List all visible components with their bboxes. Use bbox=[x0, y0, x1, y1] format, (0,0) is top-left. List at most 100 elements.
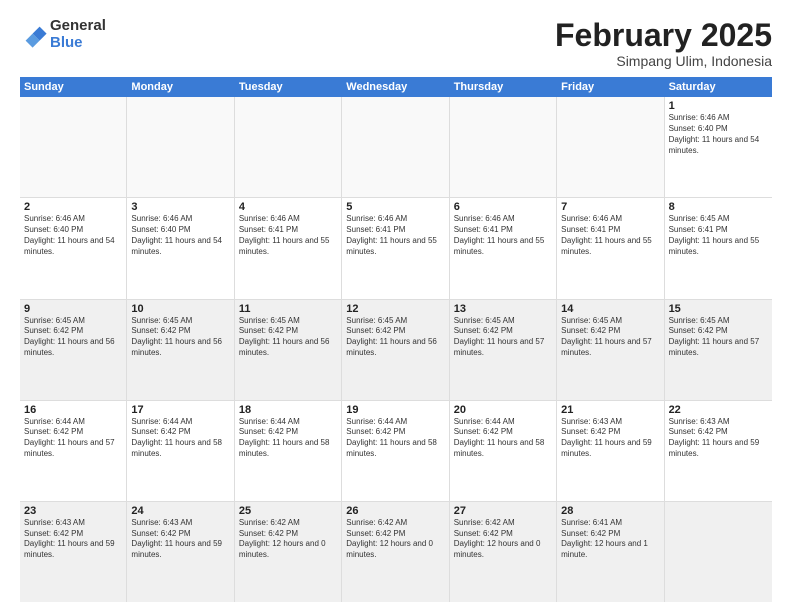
day-number: 17 bbox=[131, 404, 229, 416]
calendar-cell: 16Sunrise: 6:44 AM Sunset: 6:42 PM Dayli… bbox=[20, 401, 127, 501]
logo-general-text: General bbox=[50, 17, 106, 34]
day-number: 9 bbox=[24, 303, 122, 315]
day-info: Sunrise: 6:44 AM Sunset: 6:42 PM Dayligh… bbox=[131, 417, 229, 460]
day-number: 19 bbox=[346, 404, 444, 416]
logo-blue-text: Blue bbox=[50, 34, 83, 51]
day-info: Sunrise: 6:46 AM Sunset: 6:40 PM Dayligh… bbox=[131, 214, 229, 257]
day-info: Sunrise: 6:46 AM Sunset: 6:41 PM Dayligh… bbox=[239, 214, 337, 257]
calendar-cell: 7Sunrise: 6:46 AM Sunset: 6:41 PM Daylig… bbox=[557, 198, 664, 298]
day-info: Sunrise: 6:45 AM Sunset: 6:42 PM Dayligh… bbox=[346, 316, 444, 359]
day-info: Sunrise: 6:44 AM Sunset: 6:42 PM Dayligh… bbox=[454, 417, 552, 460]
calendar-cell: 10Sunrise: 6:45 AM Sunset: 6:42 PM Dayli… bbox=[127, 300, 234, 400]
day-number: 26 bbox=[346, 505, 444, 517]
logo-text: General Blue bbox=[50, 18, 106, 51]
day-info: Sunrise: 6:45 AM Sunset: 6:41 PM Dayligh… bbox=[669, 214, 768, 257]
calendar-cell: 24Sunrise: 6:43 AM Sunset: 6:42 PM Dayli… bbox=[127, 502, 234, 602]
day-info: Sunrise: 6:42 AM Sunset: 6:42 PM Dayligh… bbox=[454, 518, 552, 561]
day-info: Sunrise: 6:46 AM Sunset: 6:41 PM Dayligh… bbox=[561, 214, 659, 257]
main-title: February 2025 bbox=[555, 18, 772, 53]
calendar-cell: 28Sunrise: 6:41 AM Sunset: 6:42 PM Dayli… bbox=[557, 502, 664, 602]
header-day-wednesday: Wednesday bbox=[342, 77, 449, 97]
calendar-cell bbox=[450, 97, 557, 197]
calendar-cell: 12Sunrise: 6:45 AM Sunset: 6:42 PM Dayli… bbox=[342, 300, 449, 400]
logo-icon bbox=[20, 21, 48, 49]
page: General Blue February 2025 Simpang Ulim,… bbox=[0, 0, 792, 612]
day-info: Sunrise: 6:46 AM Sunset: 6:41 PM Dayligh… bbox=[454, 214, 552, 257]
day-number: 5 bbox=[346, 201, 444, 213]
calendar-cell bbox=[127, 97, 234, 197]
calendar-cell: 11Sunrise: 6:45 AM Sunset: 6:42 PM Dayli… bbox=[235, 300, 342, 400]
day-number: 25 bbox=[239, 505, 337, 517]
day-number: 23 bbox=[24, 505, 122, 517]
day-info: Sunrise: 6:46 AM Sunset: 6:40 PM Dayligh… bbox=[669, 113, 768, 156]
day-number: 21 bbox=[561, 404, 659, 416]
day-number: 3 bbox=[131, 201, 229, 213]
calendar-cell: 25Sunrise: 6:42 AM Sunset: 6:42 PM Dayli… bbox=[235, 502, 342, 602]
day-info: Sunrise: 6:45 AM Sunset: 6:42 PM Dayligh… bbox=[131, 316, 229, 359]
day-number: 12 bbox=[346, 303, 444, 315]
day-info: Sunrise: 6:43 AM Sunset: 6:42 PM Dayligh… bbox=[669, 417, 768, 460]
calendar-cell bbox=[20, 97, 127, 197]
day-info: Sunrise: 6:45 AM Sunset: 6:42 PM Dayligh… bbox=[24, 316, 122, 359]
day-info: Sunrise: 6:44 AM Sunset: 6:42 PM Dayligh… bbox=[239, 417, 337, 460]
day-info: Sunrise: 6:45 AM Sunset: 6:42 PM Dayligh… bbox=[239, 316, 337, 359]
calendar-cell: 9Sunrise: 6:45 AM Sunset: 6:42 PM Daylig… bbox=[20, 300, 127, 400]
calendar-cell: 4Sunrise: 6:46 AM Sunset: 6:41 PM Daylig… bbox=[235, 198, 342, 298]
day-number: 16 bbox=[24, 404, 122, 416]
day-info: Sunrise: 6:43 AM Sunset: 6:42 PM Dayligh… bbox=[131, 518, 229, 561]
calendar-cell: 5Sunrise: 6:46 AM Sunset: 6:41 PM Daylig… bbox=[342, 198, 449, 298]
day-info: Sunrise: 6:46 AM Sunset: 6:41 PM Dayligh… bbox=[346, 214, 444, 257]
day-info: Sunrise: 6:43 AM Sunset: 6:42 PM Dayligh… bbox=[24, 518, 122, 561]
calendar-row-4: 16Sunrise: 6:44 AM Sunset: 6:42 PM Dayli… bbox=[20, 401, 772, 502]
subtitle: Simpang Ulim, Indonesia bbox=[555, 53, 772, 69]
calendar-cell: 22Sunrise: 6:43 AM Sunset: 6:42 PM Dayli… bbox=[665, 401, 772, 501]
day-info: Sunrise: 6:44 AM Sunset: 6:42 PM Dayligh… bbox=[346, 417, 444, 460]
day-info: Sunrise: 6:43 AM Sunset: 6:42 PM Dayligh… bbox=[561, 417, 659, 460]
day-number: 1 bbox=[669, 100, 768, 112]
day-number: 2 bbox=[24, 201, 122, 213]
calendar-cell: 1Sunrise: 6:46 AM Sunset: 6:40 PM Daylig… bbox=[665, 97, 772, 197]
day-info: Sunrise: 6:45 AM Sunset: 6:42 PM Dayligh… bbox=[561, 316, 659, 359]
day-number: 11 bbox=[239, 303, 337, 315]
day-info: Sunrise: 6:41 AM Sunset: 6:42 PM Dayligh… bbox=[561, 518, 659, 561]
calendar-cell: 13Sunrise: 6:45 AM Sunset: 6:42 PM Dayli… bbox=[450, 300, 557, 400]
title-block: February 2025 Simpang Ulim, Indonesia bbox=[555, 18, 772, 69]
day-number: 28 bbox=[561, 505, 659, 517]
calendar-cell: 27Sunrise: 6:42 AM Sunset: 6:42 PM Dayli… bbox=[450, 502, 557, 602]
calendar-cell: 15Sunrise: 6:45 AM Sunset: 6:42 PM Dayli… bbox=[665, 300, 772, 400]
day-number: 7 bbox=[561, 201, 659, 213]
calendar-header: SundayMondayTuesdayWednesdayThursdayFrid… bbox=[20, 77, 772, 97]
day-number: 13 bbox=[454, 303, 552, 315]
header-day-saturday: Saturday bbox=[665, 77, 772, 97]
header: General Blue February 2025 Simpang Ulim,… bbox=[20, 18, 772, 69]
calendar-cell: 20Sunrise: 6:44 AM Sunset: 6:42 PM Dayli… bbox=[450, 401, 557, 501]
day-info: Sunrise: 6:44 AM Sunset: 6:42 PM Dayligh… bbox=[24, 417, 122, 460]
day-number: 20 bbox=[454, 404, 552, 416]
day-info: Sunrise: 6:46 AM Sunset: 6:40 PM Dayligh… bbox=[24, 214, 122, 257]
day-number: 27 bbox=[454, 505, 552, 517]
calendar-body: 1Sunrise: 6:46 AM Sunset: 6:40 PM Daylig… bbox=[20, 97, 772, 602]
day-info: Sunrise: 6:42 AM Sunset: 6:42 PM Dayligh… bbox=[239, 518, 337, 561]
day-number: 24 bbox=[131, 505, 229, 517]
calendar-cell: 3Sunrise: 6:46 AM Sunset: 6:40 PM Daylig… bbox=[127, 198, 234, 298]
logo: General Blue bbox=[20, 18, 106, 51]
day-number: 14 bbox=[561, 303, 659, 315]
calendar-cell bbox=[665, 502, 772, 602]
calendar-cell: 6Sunrise: 6:46 AM Sunset: 6:41 PM Daylig… bbox=[450, 198, 557, 298]
calendar-cell: 23Sunrise: 6:43 AM Sunset: 6:42 PM Dayli… bbox=[20, 502, 127, 602]
calendar-row-5: 23Sunrise: 6:43 AM Sunset: 6:42 PM Dayli… bbox=[20, 502, 772, 602]
calendar-row-2: 2Sunrise: 6:46 AM Sunset: 6:40 PM Daylig… bbox=[20, 198, 772, 299]
calendar-cell: 2Sunrise: 6:46 AM Sunset: 6:40 PM Daylig… bbox=[20, 198, 127, 298]
day-number: 10 bbox=[131, 303, 229, 315]
day-number: 15 bbox=[669, 303, 768, 315]
calendar-cell: 19Sunrise: 6:44 AM Sunset: 6:42 PM Dayli… bbox=[342, 401, 449, 501]
day-number: 18 bbox=[239, 404, 337, 416]
header-day-tuesday: Tuesday bbox=[235, 77, 342, 97]
calendar-cell: 26Sunrise: 6:42 AM Sunset: 6:42 PM Dayli… bbox=[342, 502, 449, 602]
day-number: 22 bbox=[669, 404, 768, 416]
calendar-cell: 8Sunrise: 6:45 AM Sunset: 6:41 PM Daylig… bbox=[665, 198, 772, 298]
day-number: 8 bbox=[669, 201, 768, 213]
calendar-cell bbox=[235, 97, 342, 197]
day-info: Sunrise: 6:45 AM Sunset: 6:42 PM Dayligh… bbox=[669, 316, 768, 359]
calendar-cell bbox=[342, 97, 449, 197]
